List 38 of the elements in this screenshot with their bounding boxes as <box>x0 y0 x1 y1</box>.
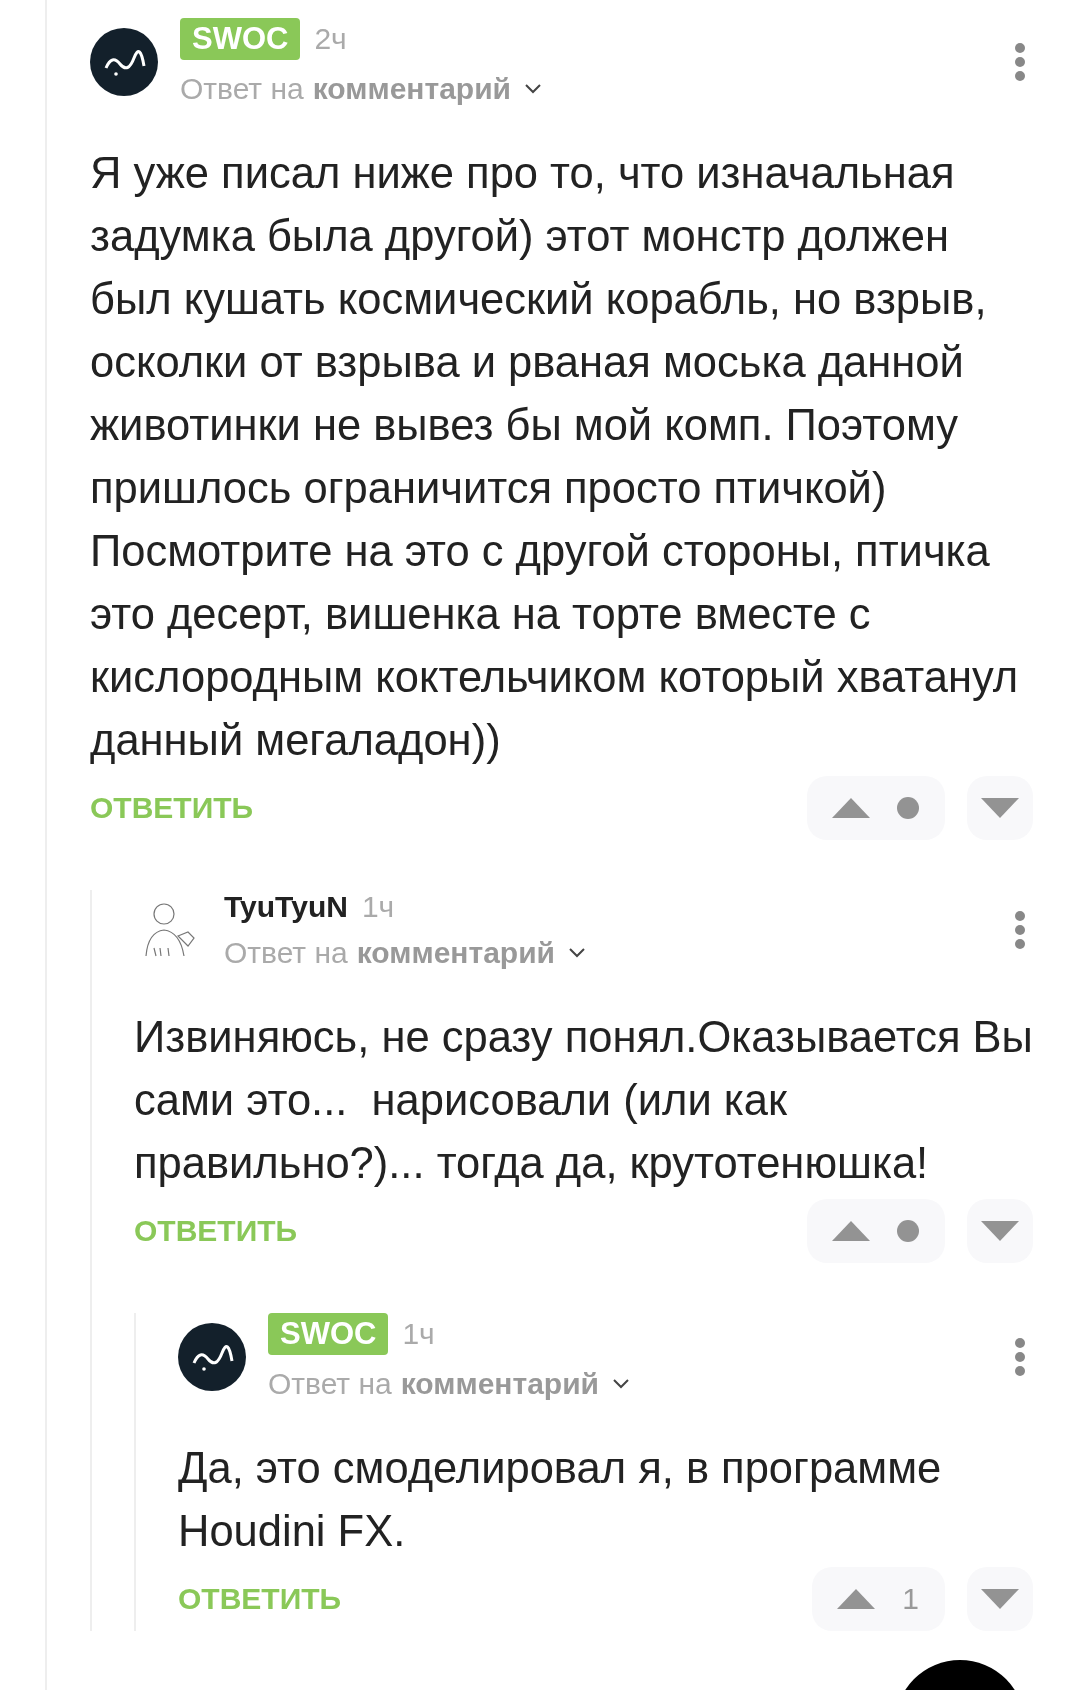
downvote-button[interactable] <box>967 1567 1033 1631</box>
chevron-down-icon[interactable] <box>612 1378 631 1390</box>
reply-link[interactable]: ОТВЕТИТЬ <box>178 1582 813 1616</box>
downvote-icon <box>980 1220 1020 1242</box>
reply-to-link[interactable]: комментарий <box>400 1367 600 1401</box>
downvote-button[interactable] <box>967 1199 1033 1263</box>
avatar-icon <box>178 1323 246 1391</box>
timestamp: 1ч <box>402 1317 435 1351</box>
reply-to-link[interactable]: комментарий <box>356 936 556 970</box>
avatar-icon <box>90 28 158 96</box>
reply-to-text: Ответ на <box>180 72 304 106</box>
downvote-button[interactable] <box>967 776 1033 840</box>
downvote-icon <box>980 797 1020 819</box>
chevron-down-icon[interactable] <box>524 83 543 95</box>
score-count: 1 <box>902 1582 919 1616</box>
downvote-icon <box>980 1588 1020 1610</box>
more-menu-icon[interactable] <box>1014 42 1026 82</box>
reply-link[interactable]: ОТВЕТИТЬ <box>90 791 807 825</box>
author-name[interactable]: TyuTyuN <box>224 890 348 924</box>
timestamp: 1ч <box>361 890 395 924</box>
more-menu-icon[interactable] <box>1014 1337 1026 1377</box>
reply-link[interactable]: ОТВЕТИТЬ <box>134 1214 807 1248</box>
upvote-icon[interactable] <box>836 1588 877 1610</box>
more-menu-icon[interactable] <box>1014 910 1026 950</box>
dot-icon <box>897 797 919 819</box>
upvote-icon[interactable] <box>831 1220 871 1242</box>
author-badge[interactable]: SWOC <box>268 1313 389 1355</box>
timestamp: 2ч <box>314 22 347 56</box>
reply-to-link[interactable]: комментарий <box>312 72 512 106</box>
chevron-down-icon[interactable] <box>568 947 587 959</box>
author-badge[interactable]: SWOC <box>180 18 301 60</box>
comment-text: Я уже писал ниже про то, что изначальная задумка была другой) этот монстр должен был кушать космический корабль, но взрыв, осколки от взрыва и рваная моська данной животинки не вывез бы мой комп. Поэтому пришлось ограничится просто птичкой) Посмотрите на это с другой стороны, птичка это десерт, вишенка на торте вместе с кислородным коктельчиком который хватанул данный мегаладон)) <box>90 148 1020 766</box>
comment-text: Извиняюсь, не сразу понял.Оказывается Вы сами это... нарисовали (или как правильно?)... тогда да, крутотенюшка! <box>134 1012 1034 1189</box>
reply-to-text: Ответ на <box>268 1367 392 1401</box>
comment-text: Да, это смоделировал я, в программе Houdini FX. <box>178 1443 943 1557</box>
dot-icon <box>897 1220 919 1242</box>
reply-to-text: Ответ на <box>224 936 348 970</box>
upvote-icon[interactable] <box>831 797 871 819</box>
